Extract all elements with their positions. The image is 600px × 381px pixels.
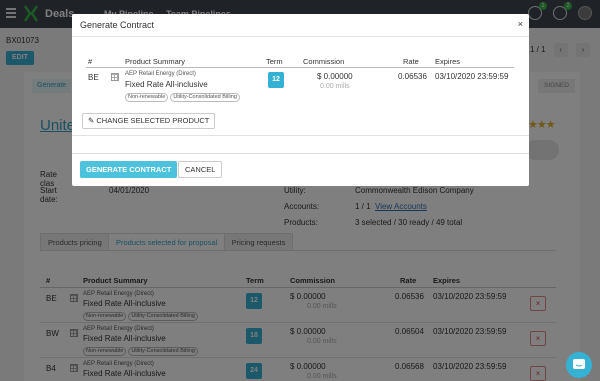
chat-button[interactable] — [566, 352, 592, 378]
modal-table-header: # Product Summary Term Commission Rate E… — [86, 57, 514, 68]
row-rate: 0.06536 — [398, 72, 427, 81]
tag-billing: Utility-Consolidated Billing — [170, 93, 240, 102]
edit-icon: ✎ — [88, 116, 95, 125]
modal-products-table: # Product Summary Term Commission Rate E… — [86, 57, 514, 104]
modal-table-row: BE AEP Retail Energy (Direct) Fixed Rate… — [86, 68, 514, 104]
close-icon[interactable]: × — [518, 19, 523, 29]
col-expires: Expires — [435, 57, 461, 66]
col-term: Term — [266, 57, 283, 66]
cancel-button[interactable]: CANCEL — [178, 161, 223, 178]
chat-icon — [573, 359, 585, 369]
row-mills: 0.00 mills — [320, 83, 350, 90]
row-tags: Non-renewableUtility-Consolidated Billin… — [125, 91, 242, 102]
modal-title: Generate Contract — [80, 20, 155, 30]
col-summary: Product Summary — [125, 57, 186, 66]
modal-body-divider — [72, 135, 529, 136]
generate-contract-button[interactable]: GENERATE CONTRACT — [80, 161, 178, 178]
col-commission: Commission — [303, 57, 345, 66]
row-commission: $ 0.00000 — [317, 72, 353, 81]
tag-non-renewable: Non-renewable — [125, 93, 169, 102]
row-expires: 03/10/2020 23:59:59 — [435, 72, 509, 81]
col-num: # — [88, 57, 93, 66]
col-rate: Rate — [403, 57, 419, 66]
term-badge: 12 — [268, 72, 284, 88]
change-selected-product-label: CHANGE SELECTED PRODUCT — [96, 116, 210, 125]
row-code: BE — [88, 73, 99, 82]
row-supplier: AEP Retail Energy (Direct) — [125, 71, 196, 77]
row-product: Fixed Rate All-inclusive — [125, 80, 208, 89]
generate-contract-modal: Generate Contract × # Product Summary Te… — [72, 14, 529, 186]
change-selected-product-button[interactable]: ✎ CHANGE SELECTED PRODUCT — [82, 113, 216, 129]
modal-footer-divider — [72, 153, 529, 154]
modal-header-divider — [72, 36, 529, 37]
grid-icon — [111, 73, 119, 81]
